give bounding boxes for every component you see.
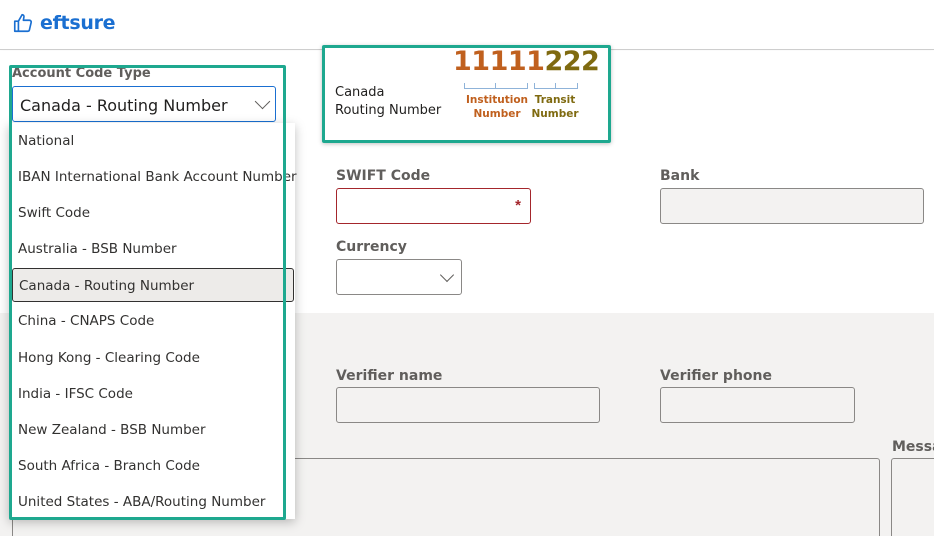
app-header: eftsure — [0, 0, 934, 50]
message-label: Messa — [892, 439, 934, 455]
verifier-name-label: Verifier name — [336, 368, 443, 384]
swift-code-label: SWIFT Code — [336, 168, 431, 184]
verifier-phone-label: Verifier phone — [660, 368, 772, 384]
brand-logo[interactable]: eftsure — [12, 12, 116, 34]
verifier-name-input[interactable] — [336, 387, 600, 423]
currency-select[interactable] — [336, 259, 462, 295]
account-code-highlight — [9, 65, 286, 520]
bank-input[interactable] — [660, 188, 924, 224]
thumbs-up-icon — [13, 13, 33, 33]
message-textarea[interactable] — [891, 458, 934, 536]
verifier-phone-input[interactable] — [660, 387, 855, 423]
chevron-down-icon — [439, 267, 455, 283]
routing-example-highlight — [322, 45, 611, 143]
brand-name: eftsure — [40, 12, 116, 34]
required-indicator: * — [515, 197, 521, 214]
swift-code-input[interactable]: * — [336, 188, 531, 224]
currency-label: Currency — [336, 239, 407, 255]
bank-label: Bank — [660, 168, 700, 184]
